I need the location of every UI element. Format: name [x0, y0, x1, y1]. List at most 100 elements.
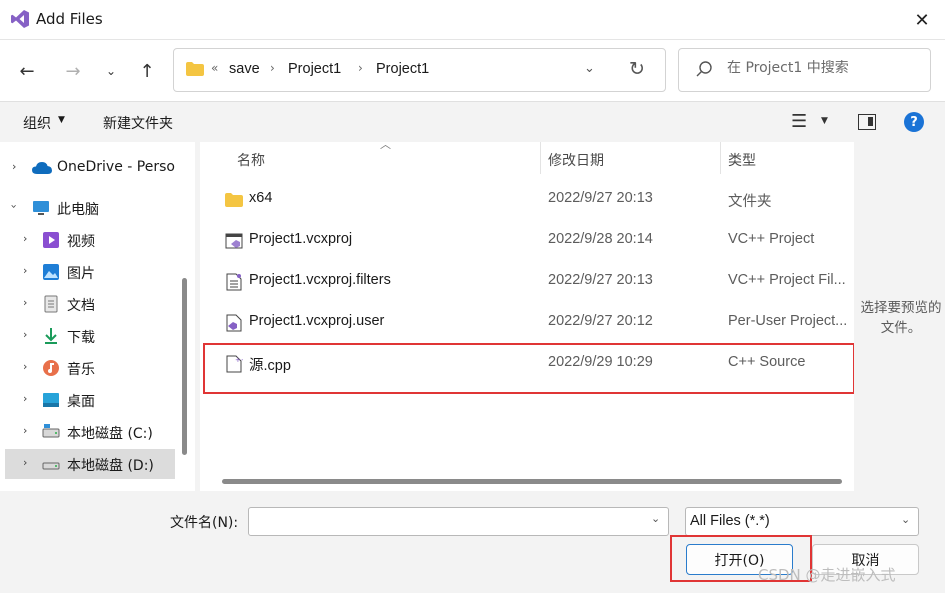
file-name: x64	[249, 190, 273, 206]
videos-folder-icon	[43, 232, 59, 248]
caret-down-icon[interactable]: ▼	[821, 116, 828, 126]
file-row[interactable]: x64 2022/9/27 20:13 文件夹	[200, 180, 854, 221]
file-row[interactable]: Project1.vcxproj.filters 2022/9/27 20:13…	[200, 262, 854, 303]
new-folder-button[interactable]: 新建文件夹	[103, 113, 173, 133]
file-list: ︿ 名称 修改日期 类型 x64 2022/9/27 20:13 文件夹 Pro…	[200, 142, 854, 491]
refresh-icon[interactable]: ↻	[629, 58, 645, 80]
breadcrumb-save[interactable]: save	[229, 61, 260, 77]
file-type: Per-User Project...	[728, 313, 848, 329]
onedrive-cloud-icon	[32, 162, 52, 174]
sidebar-item-onedrive[interactable]: › OneDrive - Perso	[0, 153, 175, 183]
address-dropdown-icon[interactable]: ⌄	[584, 61, 595, 76]
title-bar: Add Files ✕	[0, 0, 945, 40]
organize-menu[interactable]: 组织	[23, 113, 51, 133]
breadcrumb-separator-icon: ›	[270, 61, 275, 75]
chevron-down-icon[interactable]: ›	[8, 204, 21, 208]
column-divider[interactable]	[540, 142, 541, 174]
caret-down-icon: ▼	[58, 115, 65, 125]
file-date: 2022/9/28 20:14	[548, 231, 653, 247]
breadcrumb-project1-parent[interactable]: Project1	[288, 61, 341, 77]
sidebar-item-label: 图片	[67, 266, 95, 282]
horizontal-scrollbar[interactable]	[222, 479, 842, 484]
highlight-annotation	[203, 343, 855, 394]
sidebar-item-documents[interactable]: › 文档	[0, 289, 175, 319]
sidebar-item-videos[interactable]: › 视频	[0, 225, 175, 255]
navigation-bar: ← → ⌄ ↑ « save › Project1 › Project1 ⌄ ↻	[0, 40, 945, 102]
filename-label: 文件名(N):	[170, 515, 239, 531]
close-button[interactable]: ✕	[900, 3, 944, 37]
sidebar-item-label: 本地磁盘 (C:)	[67, 426, 153, 442]
search-box[interactable]	[678, 48, 931, 92]
downloads-folder-icon	[45, 328, 57, 344]
column-header-type[interactable]: 类型	[728, 150, 756, 170]
file-type: VC++ Project	[728, 231, 815, 247]
this-pc-icon	[33, 201, 49, 215]
file-name: Project1.vcxproj	[249, 231, 353, 247]
chevron-right-icon[interactable]: ›	[23, 232, 27, 245]
watermark: CSDN @走进嵌入式	[758, 566, 896, 584]
column-divider[interactable]	[720, 142, 721, 174]
sidebar-item-pictures[interactable]: › 图片	[0, 257, 175, 287]
view-options-icon[interactable]: ☰	[791, 111, 807, 132]
filetype-select[interactable]: All Files (*.*) ⌄	[685, 507, 919, 536]
sidebar-item-label: 音乐	[67, 362, 95, 378]
sidebar-item-desktop[interactable]: › 桌面	[0, 385, 175, 415]
chevron-right-icon[interactable]: ›	[12, 160, 16, 173]
preview-pane: 选择要预览的文件。	[854, 142, 945, 491]
file-name: Project1.vcxproj.user	[249, 313, 385, 329]
chevron-down-icon[interactable]: ⌄	[651, 512, 660, 525]
chevron-right-icon[interactable]: ›	[23, 328, 27, 341]
arrow-up-icon: ↑	[139, 60, 155, 82]
chevron-right-icon[interactable]: ›	[23, 360, 27, 373]
folder-icon	[225, 193, 243, 207]
file-type: VC++ Project Fil...	[728, 272, 846, 288]
navigation-pane: › OneDrive - Perso › 此电脑 › 视频 › 图片 › 文档 …	[0, 142, 195, 491]
folder-icon	[186, 62, 204, 76]
music-folder-icon	[43, 360, 59, 376]
visual-studio-icon	[11, 10, 29, 28]
close-icon: ✕	[914, 9, 930, 31]
column-header-name[interactable]: 名称	[237, 150, 265, 170]
chevron-down-icon: ⌄	[901, 513, 911, 526]
vcxproj-file-icon	[225, 233, 243, 249]
search-input[interactable]	[727, 60, 917, 76]
user-file-icon	[226, 314, 242, 332]
window-title: Add Files	[36, 10, 103, 28]
back-button[interactable]: ←	[14, 58, 40, 84]
chevron-right-icon[interactable]: ›	[23, 424, 27, 437]
sidebar-item-drive-d[interactable]: › 本地磁盘 (D:)	[5, 449, 175, 479]
preview-pane-toggle-icon[interactable]	[858, 114, 876, 130]
sidebar-item-music[interactable]: › 音乐	[0, 353, 175, 383]
column-header-date[interactable]: 修改日期	[548, 150, 604, 170]
chevron-right-icon[interactable]: ›	[23, 264, 27, 277]
file-row[interactable]: Project1.vcxproj 2022/9/28 20:14 VC++ Pr…	[200, 221, 854, 262]
sidebar-item-label: 视频	[67, 234, 95, 250]
arrow-right-icon: →	[65, 60, 81, 82]
chevron-right-icon[interactable]: ›	[23, 296, 27, 309]
command-bar: 组织 ▼ 新建文件夹 ☰ ▼ ?	[0, 102, 945, 142]
breadcrumb-project1-current[interactable]: Project1	[376, 61, 429, 77]
filename-field[interactable]	[248, 507, 669, 536]
sidebar-scrollbar[interactable]	[182, 278, 187, 455]
help-icon[interactable]: ?	[904, 112, 924, 132]
file-date: 2022/9/27 20:13	[548, 190, 653, 206]
breadcrumb-separator-icon: ›	[358, 61, 363, 75]
chevron-down-icon: ⌄	[105, 64, 117, 78]
sidebar-item-downloads[interactable]: › 下载	[0, 321, 175, 351]
chevron-right-icon[interactable]: ›	[23, 392, 27, 405]
preview-message: 选择要预览的文件。	[860, 300, 942, 336]
forward-button[interactable]: →	[60, 58, 86, 84]
desktop-folder-icon	[43, 393, 59, 407]
file-name: Project1.vcxproj.filters	[249, 272, 391, 288]
file-row[interactable]: Project1.vcxproj.user 2022/9/27 20:12 Pe…	[200, 303, 854, 344]
sidebar-item-label: 下载	[67, 330, 95, 346]
chevron-right-icon[interactable]: ›	[23, 456, 27, 469]
recent-locations-button[interactable]: ⌄	[98, 58, 124, 84]
breadcrumb-overflow[interactable]: «	[211, 61, 218, 75]
up-button[interactable]: ↑	[134, 58, 160, 84]
sidebar-item-this-pc[interactable]: › 此电脑	[0, 193, 175, 223]
sidebar-item-label: 文档	[67, 298, 95, 314]
address-bar[interactable]: « save › Project1 › Project1 ⌄ ↻	[173, 48, 666, 92]
sidebar-item-drive-c[interactable]: › 本地磁盘 (C:)	[0, 417, 175, 447]
sidebar-item-label: 桌面	[67, 394, 95, 410]
